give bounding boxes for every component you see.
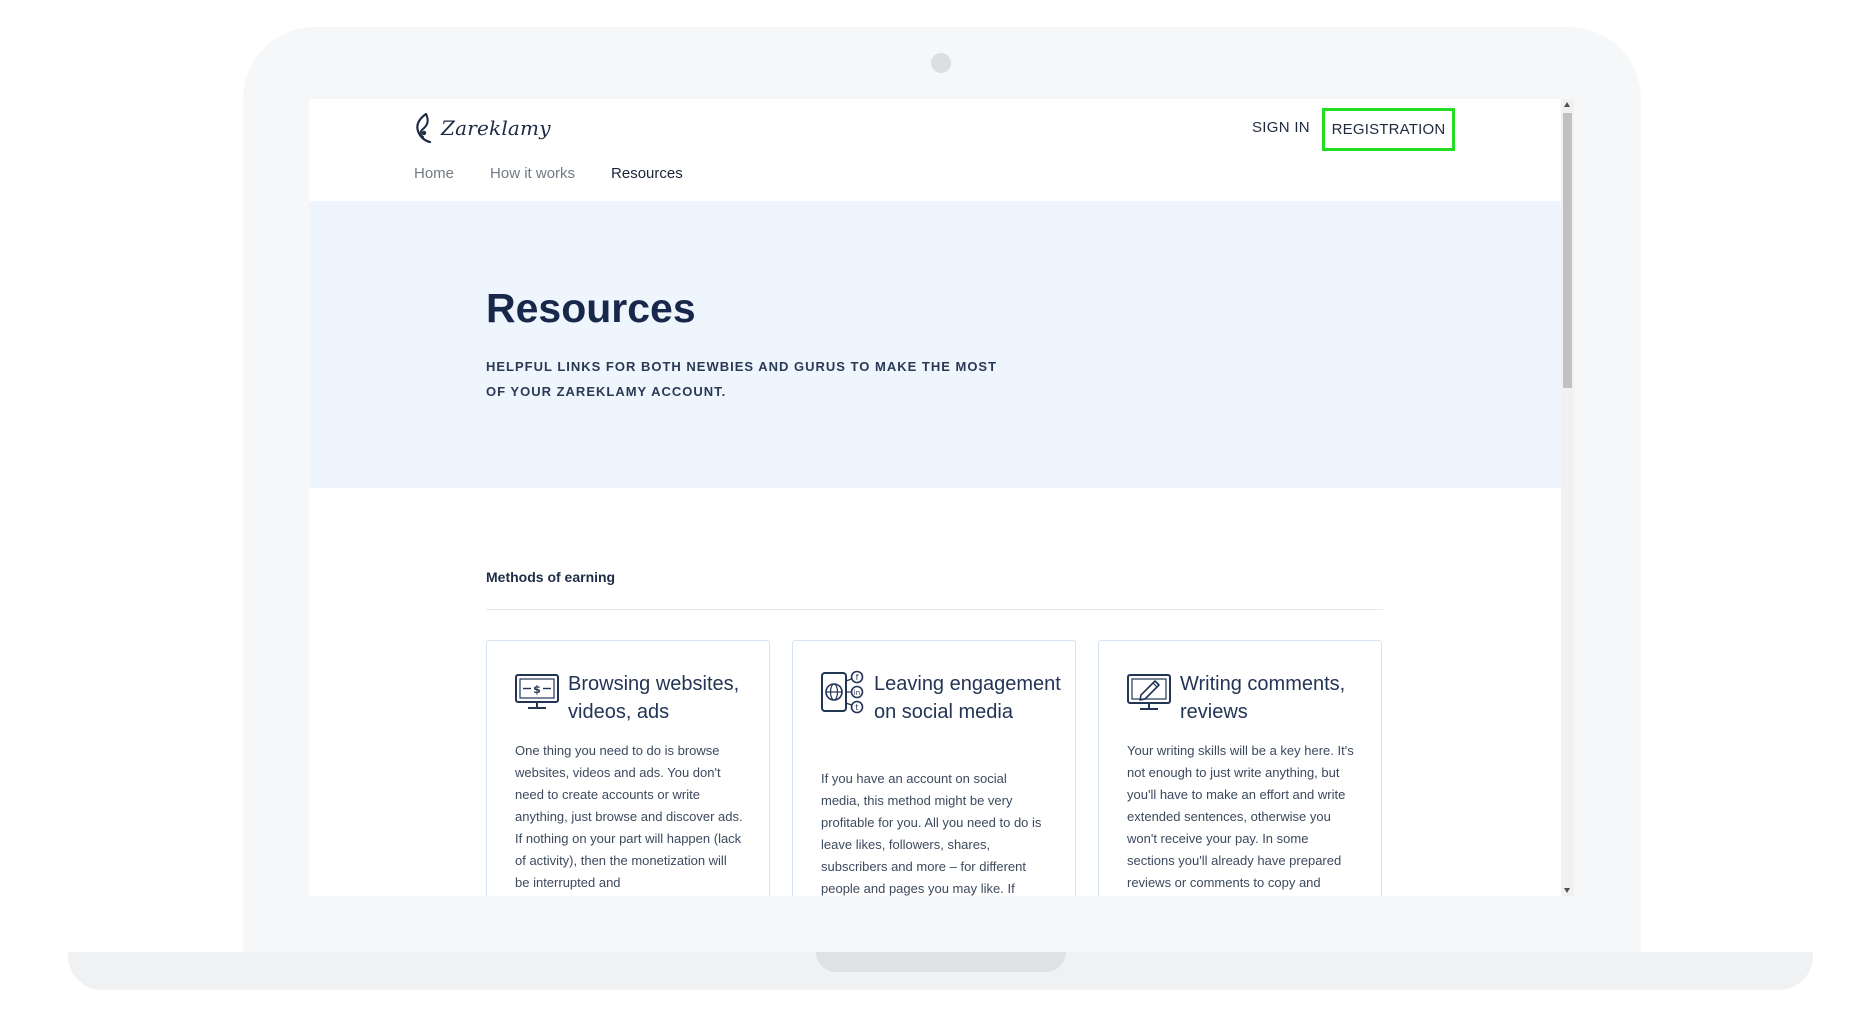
social-media-icon: f in t	[821, 670, 864, 714]
browser-screen: Zareklamy SIGN IN REGISTRATION Home How …	[309, 99, 1574, 896]
brand-name: Zareklamy	[441, 116, 551, 140]
monitor-money-icon: $	[515, 674, 559, 709]
earning-card-writing[interactable]: Writing comments, reviews Your writing s…	[1098, 640, 1382, 896]
camera-icon	[931, 53, 951, 73]
vertical-scrollbar[interactable]	[1561, 99, 1574, 896]
nav-item-resources[interactable]: Resources	[611, 165, 683, 182]
card-title: Writing comments, reviews	[1180, 673, 1346, 723]
registration-label: REGISTRATION	[1331, 121, 1446, 138]
scrollbar-thumb[interactable]	[1563, 113, 1572, 388]
card-title: Browsing websites, videos, ads	[568, 673, 740, 723]
card-text: Your writing skills will be a key here. …	[1127, 743, 1354, 890]
monitor-pencil-icon	[1127, 674, 1171, 710]
registration-button[interactable]: REGISTRATION	[1322, 108, 1455, 151]
card-title: Leaving engagement on social media	[874, 673, 1061, 723]
main-nav: Home How it works Resources	[414, 165, 719, 182]
card-text: If you have an account on social media, …	[821, 771, 1042, 896]
nav-item-home[interactable]: Home	[414, 165, 454, 182]
hero-banner: Resources HELPFUL LINKS FOR BOTH NEWBIES…	[309, 201, 1561, 488]
svg-text:in: in	[854, 689, 860, 697]
page-content: Zareklamy SIGN IN REGISTRATION Home How …	[309, 99, 1561, 896]
page-title: Resources	[486, 285, 696, 331]
section-divider	[486, 609, 1383, 610]
scroll-down-arrow-icon[interactable]	[1564, 888, 1570, 893]
card-text: One thing you need to do is browse websi…	[515, 743, 743, 890]
laptop-notch	[816, 952, 1066, 972]
scroll-up-arrow-icon[interactable]	[1564, 102, 1570, 107]
brand-logo[interactable]: Zareklamy	[413, 111, 551, 145]
earning-card-social[interactable]: f in t Leaving engagement on social medi…	[792, 640, 1076, 896]
sign-in-link[interactable]: SIGN IN	[1252, 119, 1310, 136]
section-title: Methods of earning	[486, 569, 616, 585]
nav-item-how-it-works[interactable]: How it works	[490, 165, 575, 182]
earning-card-browsing[interactable]: $ Browsing websites, videos, ads One thi…	[486, 640, 770, 896]
zareklamy-logo-icon	[416, 112, 432, 144]
svg-text:$: $	[533, 683, 541, 696]
svg-text:t: t	[855, 703, 858, 712]
svg-text:f: f	[856, 673, 859, 682]
page-subtitle: HELPFUL LINKS FOR BOTH NEWBIES AND GURUS…	[486, 359, 998, 399]
